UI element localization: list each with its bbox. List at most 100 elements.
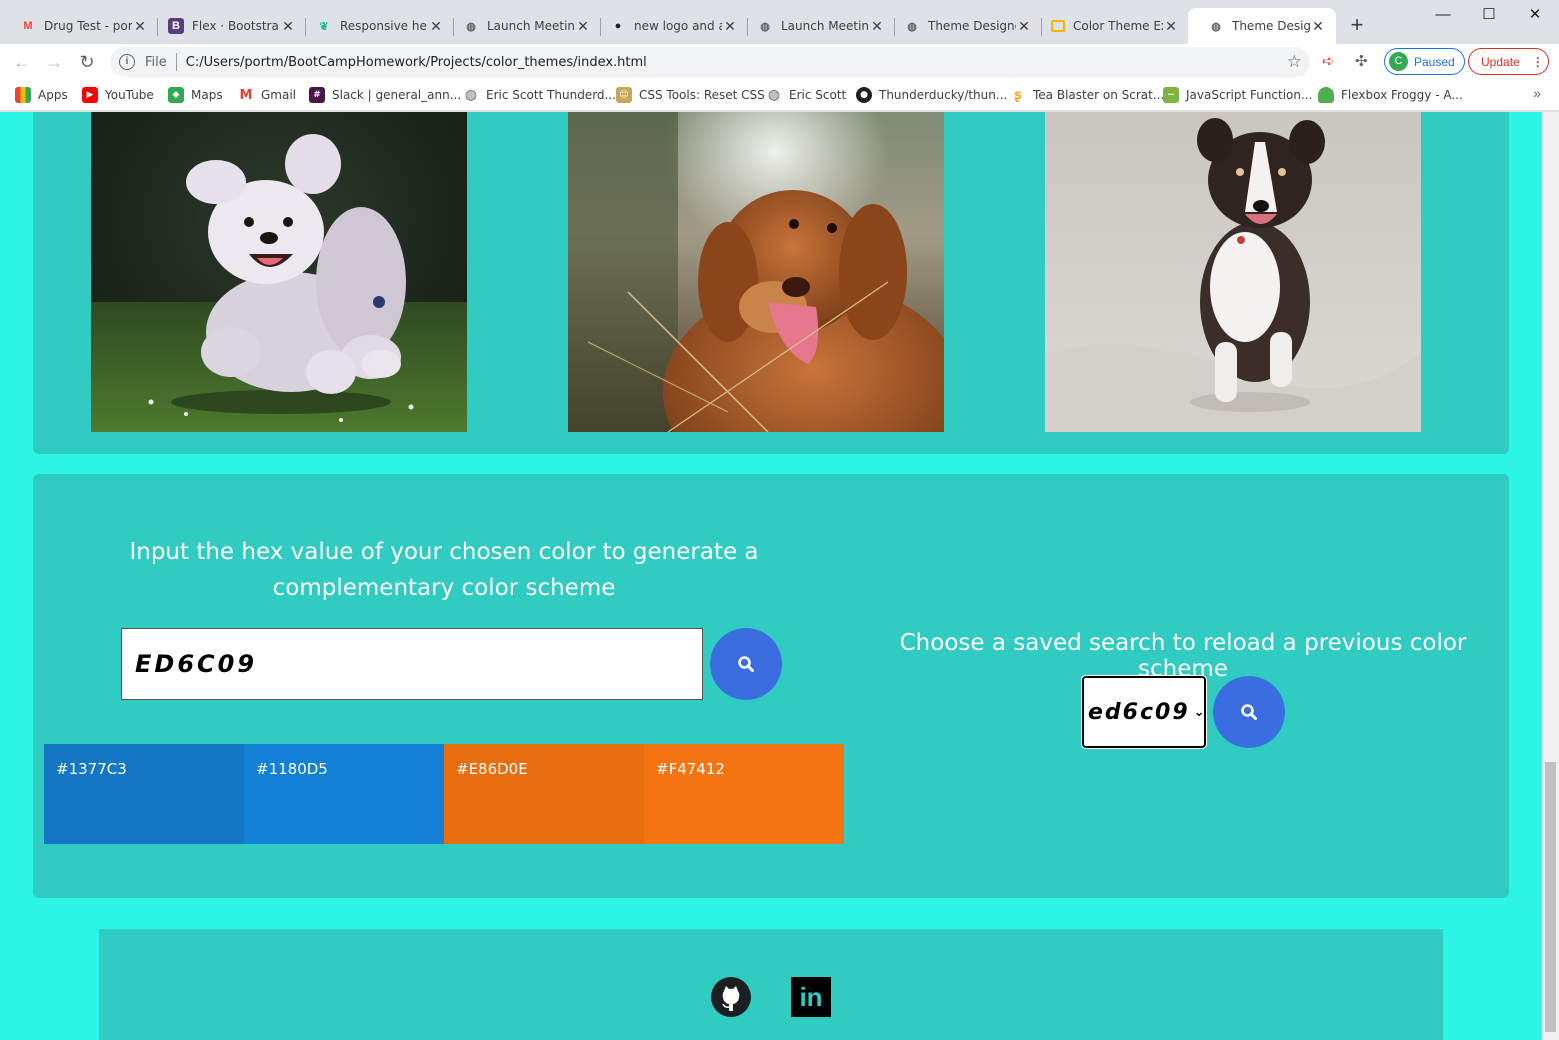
close-icon[interactable]: ✕	[575, 18, 591, 34]
reload-saved-search-button[interactable]	[1213, 676, 1285, 748]
bookmark-label: YouTube	[105, 88, 154, 102]
url-scheme: File	[145, 54, 167, 70]
page-footer: in	[99, 929, 1443, 1040]
globe-icon: ◍	[907, 20, 917, 33]
address-divider	[175, 53, 177, 71]
tab-5[interactable]: ● new logo and a ✕	[590, 8, 748, 44]
js-icon: ~	[1163, 87, 1179, 103]
swatch-hex-label: #E86D0E	[456, 760, 528, 778]
bookmark-css-tools[interactable]: ☺ CSS Tools: Reset CSS	[616, 85, 765, 105]
frog-icon	[1318, 87, 1334, 103]
scrollbar-thumb[interactable]	[1545, 762, 1556, 1032]
extension-icon[interactable]: ➪	[1322, 52, 1335, 70]
bookmark-star-icon[interactable]: ☆	[1287, 52, 1302, 72]
swatch-hex-label: #1180D5	[256, 760, 328, 778]
vertical-scrollbar[interactable]	[1542, 112, 1559, 1040]
close-icon[interactable]: ✕	[1016, 18, 1032, 34]
close-icon[interactable]: ✕	[428, 18, 444, 34]
bookmark-label: JavaScript Function...	[1186, 88, 1313, 102]
profile-button[interactable]: C Paused	[1384, 48, 1465, 75]
minimize-icon[interactable]: —	[1420, 0, 1466, 32]
gmail-icon: M	[23, 20, 33, 32]
tab-7[interactable]: ◍ Theme Designe ✕	[884, 8, 1042, 44]
bookmark-slack[interactable]: # Slack | general_ann...	[309, 85, 461, 105]
tab-2[interactable]: B Flex · Bootstrap ✕	[148, 8, 306, 44]
bookmark-maps[interactable]: ◆ Maps	[168, 85, 223, 105]
scratch-icon: ʂ	[1014, 87, 1022, 103]
github-icon: ●	[856, 87, 872, 103]
color-swatch[interactable]: #E86D0E	[444, 744, 644, 844]
color-swatch[interactable]: #1377C3	[44, 744, 244, 844]
generator-heading: Input the hex value of your chosen color…	[129, 539, 759, 601]
tab-strip: M Drug Test - port ✕ B Flex · Bootstrap …	[0, 0, 1559, 44]
bookmark-javascript-function[interactable]: ~ JavaScript Function...	[1163, 85, 1312, 105]
bookmark-label: Apps	[38, 88, 68, 102]
search-icon	[738, 656, 754, 672]
close-icon[interactable]: ✕	[1310, 18, 1326, 34]
maximize-icon[interactable]: ☐	[1466, 0, 1512, 32]
bookmark-eric-scott[interactable]: ◍ Eric Scott	[766, 85, 846, 105]
browser-toolbar: ← → ↻ i File C:/Users/portm/BootCampHome…	[0, 44, 1559, 79]
saved-search-heading: Choose a saved search to reload a previo…	[899, 630, 1467, 682]
white-poodle-running-photo	[91, 112, 467, 432]
tab-1[interactable]: M Drug Test - port ✕	[0, 8, 158, 44]
bookmark-label: Maps	[191, 88, 223, 102]
back-arrow-icon[interactable]: ←	[10, 50, 34, 74]
puzzle-icon[interactable]: ✣	[1355, 52, 1368, 70]
address-bar[interactable]: i File C:/Users/portm/BootCampHomework/P…	[110, 47, 1310, 77]
bookmark-eric-scott-thunderducky[interactable]: ◍ Eric Scott Thunderd...	[463, 85, 616, 105]
close-icon[interactable]: ✕	[869, 18, 885, 34]
dog-photos-panel	[33, 112, 1509, 454]
github-icon: ●	[614, 20, 622, 32]
css-tools-icon: ☺	[616, 87, 632, 103]
bookmark-gmail[interactable]: M Gmail	[238, 85, 296, 105]
hex-color-input[interactable]	[121, 628, 703, 700]
window-close-icon[interactable]: ✕	[1512, 0, 1558, 32]
color-swatch[interactable]: #1180D5	[244, 744, 444, 844]
chevron-down-icon: ⌄	[1193, 704, 1205, 720]
bookmark-tea-blaster[interactable]: ʂ Tea Blaster on Scrat...	[1010, 85, 1164, 105]
new-tab-button[interactable]: +	[1345, 14, 1369, 38]
close-icon[interactable]: ✕	[280, 18, 296, 34]
reload-icon[interactable]: ↻	[75, 50, 99, 74]
bootstrap-icon: B	[168, 18, 184, 34]
linkedin-icon[interactable]: in	[791, 977, 831, 1017]
close-icon[interactable]: ✕	[1163, 18, 1179, 34]
chevron-right-double-icon[interactable]: »	[1533, 85, 1541, 101]
info-icon[interactable]: i	[119, 54, 135, 70]
profile-status: Paused	[1414, 54, 1455, 69]
feather-icon: ❦	[319, 20, 329, 33]
bookmark-youtube[interactable]: ▶ YouTube	[82, 85, 154, 105]
globe-icon: ◍	[466, 20, 476, 33]
globe-icon: ◍	[464, 87, 478, 103]
maps-icon: ◆	[168, 87, 184, 103]
bookmark-label: Eric Scott Thunderd...	[486, 88, 616, 102]
update-label: Update	[1481, 54, 1520, 69]
avatar: C	[1389, 52, 1408, 71]
bookmark-flexbox-froggy[interactable]: Flexbox Froggy - A...	[1318, 85, 1463, 105]
color-swatch[interactable]: #F47412	[644, 744, 844, 844]
close-icon[interactable]: ✕	[722, 18, 738, 34]
close-icon[interactable]: ✕	[132, 18, 148, 34]
gmail-icon: M	[239, 87, 253, 103]
tab-3[interactable]: ❦ Responsive help ✕	[296, 8, 454, 44]
slack-icon: #	[309, 87, 325, 103]
tab-title: new logo and a	[634, 19, 722, 33]
apps-grid-icon	[15, 87, 31, 103]
saved-search-select[interactable]: ed6c09 ⌄	[1081, 675, 1207, 749]
bookmarks-bar: Apps ▶ YouTube ◆ Maps M Gmail # Slack | …	[0, 79, 1559, 111]
slides-icon	[1051, 20, 1065, 32]
tab-6[interactable]: ◍ Launch Meeting ✕	[737, 8, 895, 44]
tab-8[interactable]: Color Theme Ex ✕	[1031, 8, 1189, 44]
bookmark-apps[interactable]: Apps	[15, 85, 68, 105]
brown-retriever-photo	[568, 112, 944, 432]
update-button[interactable]: Update ⋮	[1468, 48, 1549, 75]
swatch-hex-label: #1377C3	[56, 760, 127, 778]
forward-arrow-icon[interactable]: →	[42, 50, 66, 74]
generate-search-button[interactable]	[710, 628, 782, 700]
github-icon[interactable]	[711, 977, 751, 1017]
url-text[interactable]: C:/Users/portm/BootCampHomework/Projects…	[186, 55, 647, 70]
bookmark-thunderducky-github[interactable]: ● Thunderducky/thun...	[856, 85, 1007, 105]
tab-9-active[interactable]: ◍ Theme Designe ✕	[1188, 8, 1336, 44]
tab-4[interactable]: ◍ Launch Meeting ✕	[443, 8, 601, 44]
